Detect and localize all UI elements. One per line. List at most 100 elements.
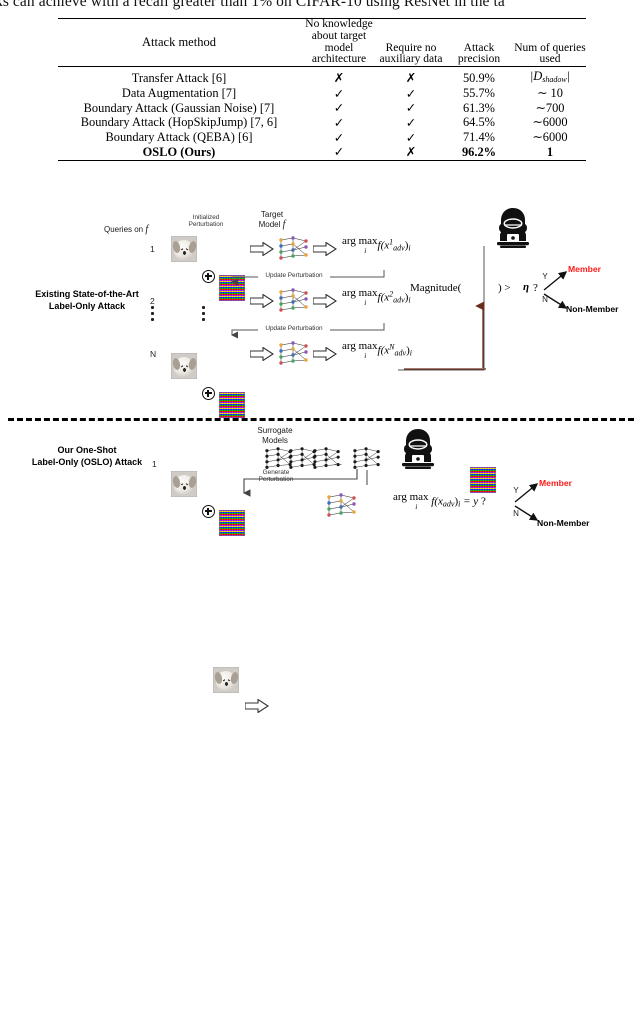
final-perturbation-patch bbox=[470, 467, 496, 493]
table-row: Data Augmentation [7] ✓ ✓ 55.7% ∼ 10 bbox=[58, 87, 586, 102]
no-branch-label-top: N bbox=[542, 295, 548, 304]
cell-attack-precision: 96.2% bbox=[461, 144, 497, 159]
argmax-label-bottom: arg max bbox=[393, 491, 429, 503]
queries-fn-symbol: f bbox=[145, 224, 149, 235]
target-model-net bbox=[278, 235, 310, 268]
cell-no-auxiliary: ✓ bbox=[378, 131, 444, 146]
query-row-index: N bbox=[150, 349, 157, 359]
eta-threshold-symbol: η bbox=[523, 281, 530, 293]
yes-branch-label-top: Y bbox=[542, 272, 548, 281]
cell-num-queries: ∼700 bbox=[535, 100, 565, 115]
check-icon: ✓ bbox=[333, 85, 345, 101]
magnitude-question-mark: ? bbox=[533, 282, 538, 294]
cell-no-knowledge: ✓ bbox=[300, 116, 378, 131]
check-icon: ✓ bbox=[405, 100, 417, 116]
cell-num-queries: ∼6000 bbox=[532, 130, 568, 145]
check-icon: ✓ bbox=[405, 129, 417, 145]
generate-perturbation-label: Generate Perturbation bbox=[258, 469, 294, 484]
cross-icon: ✗ bbox=[333, 70, 345, 86]
update-perturbation-label: Update Perturbation bbox=[258, 272, 330, 280]
input-image bbox=[171, 353, 197, 379]
argmax-question-bottom: ? bbox=[480, 495, 486, 508]
attack-pipeline-figure: Queries on f Initialized Perturbation Ta… bbox=[0, 196, 640, 713]
cell-no-knowledge: ✗ bbox=[300, 70, 378, 87]
non-member-label-top: Non-Member bbox=[566, 304, 619, 314]
perturbation-patch bbox=[219, 392, 245, 418]
argmax-expression-bottom: arg max i f(xadv)i = y ? bbox=[393, 491, 486, 512]
argmax-label: arg max bbox=[342, 235, 378, 247]
plus-operator bbox=[202, 270, 215, 283]
table-row: Boundary Attack (QEBA) [6] ✓ ✓ 71.4% ∼6000 bbox=[58, 130, 586, 146]
argmax-sub: i bbox=[364, 298, 367, 307]
cell-no-knowledge: ✓ bbox=[300, 101, 378, 116]
magnitude-open-text: Magnitude( bbox=[410, 282, 462, 294]
query-row-index: 2 bbox=[150, 296, 155, 306]
no-branch-label-bottom: N bbox=[513, 509, 519, 518]
panel-divider bbox=[8, 418, 634, 421]
block-arrow-to-output bbox=[312, 293, 338, 313]
magnitude-feed-arrow bbox=[475, 301, 485, 368]
input-image bbox=[171, 236, 197, 262]
argmax-sub-bottom: i bbox=[415, 502, 418, 511]
cell-no-auxiliary: ✓ bbox=[378, 116, 444, 131]
cell-attack-precision: 50.9% bbox=[462, 70, 495, 85]
check-icon: ✓ bbox=[333, 114, 345, 130]
block-arrow-to-surrogates bbox=[245, 699, 269, 713]
row-ellipsis-images bbox=[202, 306, 205, 321]
check-icon: ✓ bbox=[405, 85, 417, 101]
block-arrow-to-output bbox=[312, 346, 338, 366]
caption-text: cks can achieve with a recall greater th… bbox=[0, 0, 505, 10]
yes-branch-label-bottom: Y bbox=[513, 486, 519, 495]
cell-attack-precision: 71.4% bbox=[462, 130, 495, 145]
cell-no-knowledge: ✓ bbox=[300, 87, 378, 102]
cell-attack-precision: 55.7% bbox=[462, 86, 495, 101]
attacker-icon-bottom bbox=[398, 428, 438, 470]
cross-icon: ✗ bbox=[405, 70, 417, 86]
cell-attack-method: Data Augmentation [7] bbox=[121, 86, 237, 101]
block-arrow-to-model bbox=[249, 241, 275, 261]
check-icon: ✓ bbox=[333, 144, 345, 160]
query-row-index: 1 bbox=[150, 244, 155, 254]
cell-no-knowledge: ✓ bbox=[300, 145, 378, 160]
cell-attack-method: Boundary Attack (QEBA) [6] bbox=[105, 130, 253, 145]
cell-attack-method: Boundary Attack (HopSkipJump) [7, 6] bbox=[80, 115, 278, 130]
argmax-equals-bottom: = y bbox=[463, 495, 479, 508]
bottom-rule bbox=[58, 159, 586, 164]
header-no-knowledge: No knowledge about target model architec… bbox=[300, 17, 378, 67]
header-no-auxiliary: Require no auxiliary data bbox=[378, 17, 444, 67]
block-arrow-to-output bbox=[312, 241, 338, 261]
perturbation-patch bbox=[219, 510, 245, 536]
header-attack-method: Attack method bbox=[58, 17, 300, 67]
target-model-net-bottom bbox=[326, 492, 358, 525]
argmax-body: f(x bbox=[377, 239, 390, 252]
table-row: OSLO (Ours) ✓ ✗ 96.2% 1 bbox=[58, 145, 586, 160]
cell-attack-precision: 61.3% bbox=[462, 100, 495, 115]
member-label-top: Member bbox=[568, 264, 601, 274]
row-ellipsis-index bbox=[151, 306, 154, 321]
cell-num-queries: 1 bbox=[546, 144, 554, 159]
target-model-fn-symbol: f bbox=[282, 218, 286, 230]
magnitude-feed-horizontal bbox=[404, 368, 486, 370]
check-icon: ✓ bbox=[333, 129, 345, 145]
non-member-label-bottom: Non-Member bbox=[537, 518, 590, 528]
surrogate-models-label: Surrogate Models bbox=[257, 426, 293, 445]
figure-caption-fragment: cks can achieve with a recall greater th… bbox=[0, 0, 640, 18]
argmax-body-bottom: f(x bbox=[431, 495, 443, 508]
plus-operator bbox=[202, 505, 215, 518]
input-image bbox=[171, 471, 197, 497]
cell-no-auxiliary: ✗ bbox=[378, 70, 444, 87]
cell-attack-method: Transfer Attack [6] bbox=[131, 70, 227, 85]
check-icon: ✓ bbox=[333, 100, 345, 116]
cell-no-knowledge: ✓ bbox=[300, 131, 378, 146]
cross-icon: ✗ bbox=[405, 144, 417, 160]
header-num-queries: Num of queries used bbox=[514, 17, 586, 67]
queries-on-f-label: Queries on f bbox=[104, 224, 149, 235]
cell-no-auxiliary: ✓ bbox=[378, 87, 444, 102]
cell-attack-method: Boundary Attack (Gaussian Noise) [7] bbox=[83, 100, 275, 115]
target-model-label: Target Model f bbox=[258, 210, 286, 230]
bottom-row-index: 1 bbox=[152, 459, 157, 469]
cell-attack-method: OSLO (Ours) bbox=[142, 144, 216, 159]
initialized-perturbation-label: Initialized Perturbation bbox=[188, 214, 224, 229]
check-icon: ✓ bbox=[405, 114, 417, 130]
oslo-attack-side-label: Our One-Shot Label-Only (OSLO) Attack bbox=[31, 445, 143, 467]
